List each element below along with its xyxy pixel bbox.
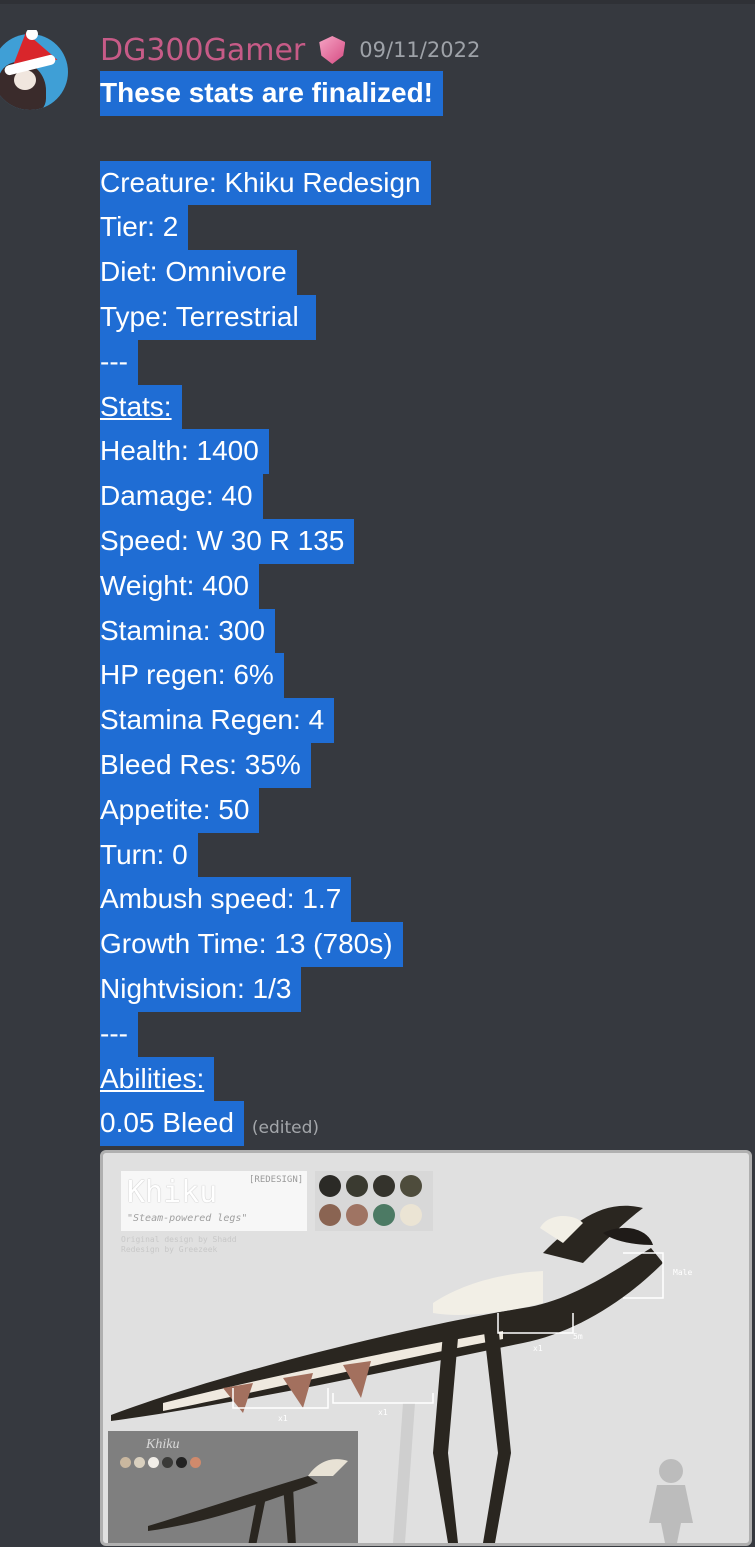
message-line: Appetite: 50 <box>100 787 750 833</box>
message-line-text: Weight: 400 <box>100 563 259 609</box>
message-line-text: These stats are finalized! <box>100 71 444 116</box>
message-line: Nightvision: 1/3 <box>100 966 750 1012</box>
inset-creature-head <box>308 1459 348 1476</box>
message-line-text: HP regen: 6% <box>100 653 284 699</box>
size-label: Male <box>673 1268 692 1277</box>
message-line: Stamina: 300 <box>100 608 750 654</box>
message-line: Ambush speed: 1.7 <box>100 877 750 923</box>
size-reference-leg <box>393 1403 415 1543</box>
measure-bracket <box>332 1393 434 1404</box>
message-line-text: Ambush speed: 1.7 <box>100 877 352 923</box>
message-line-text: Turn: 0 <box>100 832 198 878</box>
top-bar <box>0 0 755 4</box>
message-line: Turn: 0 <box>100 832 750 878</box>
message-line: Bleed Res: 35% <box>100 742 750 788</box>
human-silhouette-head <box>659 1459 683 1483</box>
message-line: 0.05 Bleed (edited) <box>100 1101 750 1147</box>
message-line: Tier: 2 <box>100 205 750 251</box>
avatar[interactable] <box>0 30 70 112</box>
message-line-text: Stamina Regen: 4 <box>100 698 335 743</box>
message-header: DG300Gamer 09/11/2022 <box>100 30 480 70</box>
message-line: Diet: Omnivore <box>100 250 750 295</box>
message-line: Creature: Khiku Redesign <box>100 160 750 206</box>
message-line: Growth Time: 13 (780s) <box>100 922 750 967</box>
human-silhouette-body <box>649 1485 693 1543</box>
message-line-text: Type: Terrestrial <box>100 294 317 340</box>
measure-label: 5m <box>573 1332 583 1341</box>
message-line-text: Creature: Khiku Redesign <box>100 160 431 206</box>
message-line: Speed: W 30 R 135 <box>100 518 750 564</box>
creature-beak <box>603 1227 653 1245</box>
message-line-text: Growth Time: 13 (780s) <box>100 922 403 967</box>
message-line: Stamina Regen: 4 <box>100 698 750 743</box>
message-line: These stats are finalized! <box>100 71 750 116</box>
message-line-text: Damage: 40 <box>100 474 263 519</box>
measure-label: x1 <box>533 1344 543 1353</box>
message-line-text: Appetite: 50 <box>100 787 260 833</box>
edited-label: (edited) <box>251 1117 320 1138</box>
message-line-text: --- <box>100 1011 138 1057</box>
username[interactable]: DG300Gamer <box>100 33 305 68</box>
message-line-text: Stamina: 300 <box>100 608 275 654</box>
timestamp[interactable]: 09/11/2022 <box>359 38 480 62</box>
message-line: Health: 1400 <box>100 429 750 475</box>
message-line: Abilities: <box>100 1056 750 1102</box>
message-line-text: Tier: 2 <box>100 205 189 251</box>
message-line-text: Diet: Omnivore <box>100 250 297 295</box>
message-line: Weight: 400 <box>100 563 750 609</box>
message-line-text: Nightvision: 1/3 <box>100 966 302 1012</box>
image-attachment[interactable]: Khiku [REDESIGN] "Steam-powered legs" Or… <box>100 1150 752 1546</box>
message-line: Type: Terrestrial <box>100 294 750 340</box>
role-badge-icon[interactable] <box>319 36 346 64</box>
inset-creature-illustration <box>148 1459 348 1543</box>
message-line-text: Health: 1400 <box>100 429 269 475</box>
measure-label: x1 <box>278 1414 288 1423</box>
message-content: These stats are finalized! Creature: Khik… <box>100 71 750 1147</box>
creature-leg-front <box>483 1323 511 1543</box>
message-line: Stats: <box>100 384 750 430</box>
message-line-text: Speed: W 30 R 135 <box>100 518 355 564</box>
message-line-text: Abilities: <box>100 1056 215 1102</box>
message-line-text: Bleed Res: 35% <box>100 742 311 788</box>
message-line: Damage: 40 <box>100 474 750 519</box>
measure-label: x1 <box>378 1408 388 1417</box>
message-line-text: 0.05 Bleed <box>100 1101 244 1147</box>
message-line: --- <box>100 1011 750 1057</box>
message-line-text: Stats: <box>100 384 182 430</box>
creature-leg-back <box>433 1333 458 1543</box>
message-line: --- <box>100 339 750 385</box>
message-line: HP regen: 6% <box>100 653 750 699</box>
message-line-text: --- <box>100 339 138 385</box>
message-line <box>100 116 750 161</box>
inset-reference-image: Khiku <box>108 1431 358 1543</box>
